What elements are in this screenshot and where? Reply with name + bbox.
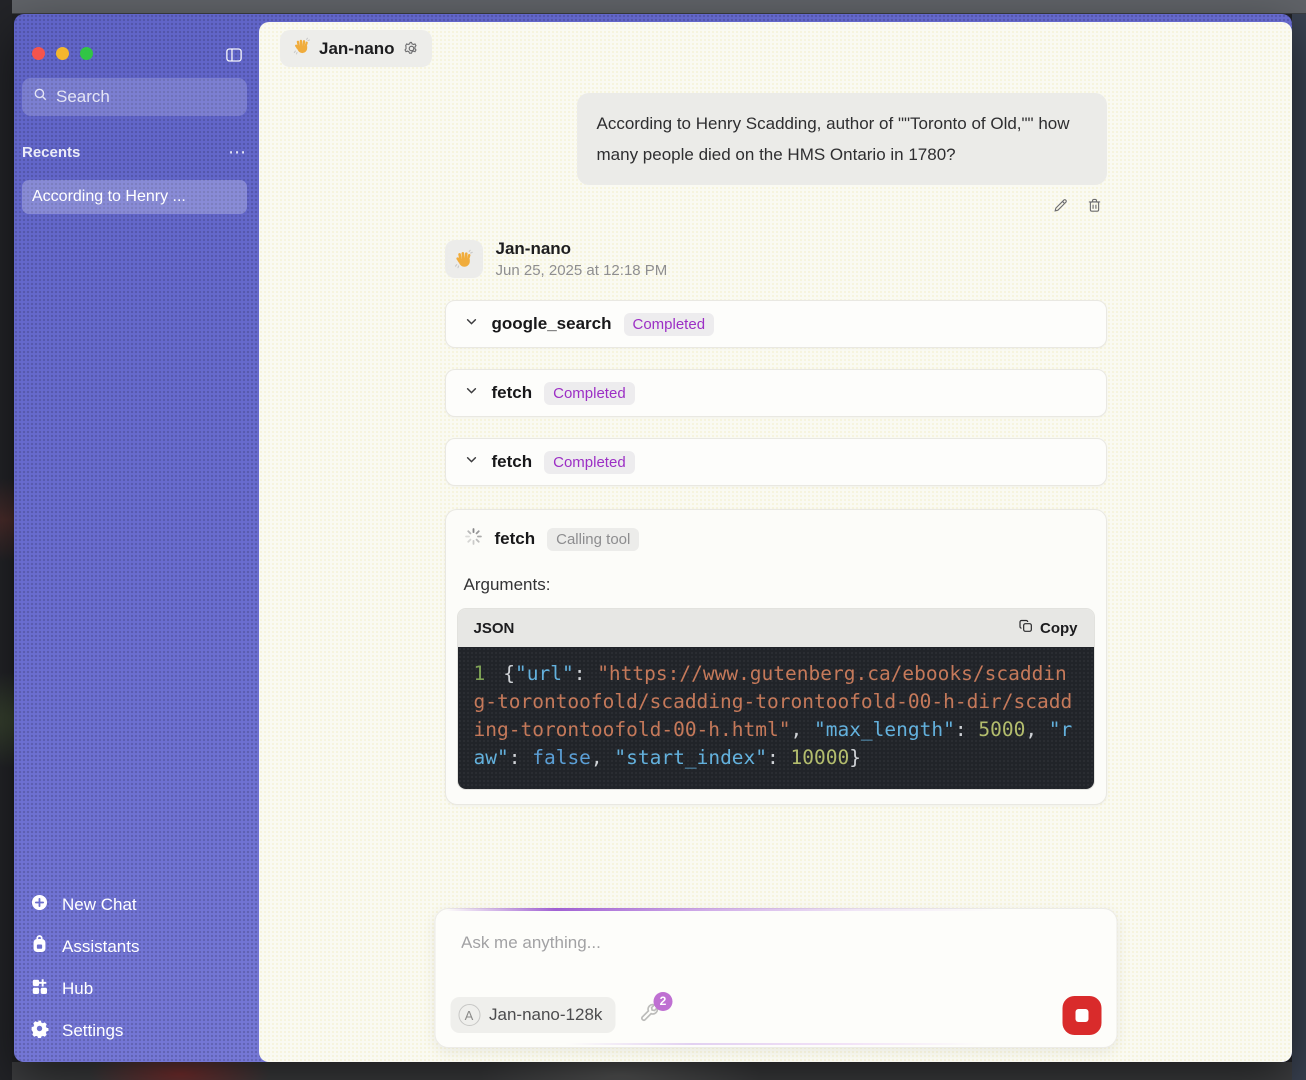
backpack-icon — [30, 935, 49, 959]
gear-icon — [30, 1019, 49, 1043]
search-input[interactable]: Search — [22, 78, 247, 116]
close-window-button[interactable] — [32, 47, 45, 60]
sidebar: Search Recents ⋯ According to Henry ... … — [14, 14, 259, 1062]
status-badge: Completed — [544, 382, 635, 405]
assistant-avatar — [445, 240, 483, 278]
recents-heading: Recents — [22, 144, 80, 161]
tools-button[interactable]: 2 — [638, 1002, 660, 1029]
spinner-icon — [464, 527, 483, 551]
tools-count-badge: 2 — [653, 992, 672, 1011]
model-name: Jan-nano-128k — [489, 1005, 602, 1025]
status-badge: Calling tool — [547, 528, 639, 551]
tool-call-row-fetch-1[interactable]: fetch Completed — [445, 369, 1107, 417]
chevron-down-icon[interactable] — [463, 451, 480, 473]
sidebar-bottom-nav: New Chat Assistants — [30, 892, 249, 1044]
tool-call-card-fetch-active: fetch Calling tool Arguments: JSON — [445, 509, 1107, 805]
chevron-down-icon[interactable] — [463, 382, 480, 404]
assistant-name: Jan-nano — [496, 239, 668, 259]
code-content[interactable]: 1{"url": "https://www.gutenberg.ca/ebook… — [458, 647, 1094, 789]
thread-settings-gear-icon[interactable] — [403, 40, 420, 57]
tool-call-row-fetch-2[interactable]: fetch Completed — [445, 438, 1107, 486]
edit-message-icon[interactable] — [1052, 197, 1069, 214]
composer: A Jan-nano-128k 2 — [434, 908, 1117, 1048]
sidebar-item-settings[interactable]: Settings — [30, 1018, 249, 1044]
plus-circle-icon — [30, 893, 49, 917]
recents-more-icon[interactable]: ⋯ — [228, 142, 247, 163]
copy-button[interactable]: Copy — [1018, 618, 1078, 638]
wave-emoji-icon — [292, 37, 311, 61]
model-provider-icon: A — [458, 1004, 480, 1026]
sidebar-item-assistants[interactable]: Assistants — [30, 934, 249, 960]
model-selector[interactable]: A Jan-nano-128k — [450, 997, 615, 1033]
sidebar-item-hub[interactable]: Hub — [30, 976, 249, 1002]
user-message-bubble: According to Henry Scadding, author of "… — [577, 93, 1107, 185]
delete-message-icon[interactable] — [1086, 197, 1103, 214]
message-actions — [1052, 197, 1107, 214]
copy-icon — [1018, 618, 1034, 638]
zoom-window-button[interactable] — [80, 47, 93, 60]
status-badge: Completed — [544, 451, 635, 474]
tool-call-row-google-search[interactable]: google_search Completed — [445, 300, 1107, 348]
arguments-label: Arguments: — [457, 575, 1095, 595]
status-badge: Completed — [624, 313, 715, 336]
code-block: JSON Copy 1{"url": "https://www.guten — [457, 608, 1095, 790]
sidebar-toggle-icon[interactable] — [224, 46, 244, 64]
code-language-label: JSON — [474, 620, 515, 637]
stop-generating-button[interactable] — [1062, 996, 1101, 1035]
sidebar-item-recent-chat[interactable]: According to Henry ... — [22, 180, 247, 214]
window-controls — [32, 47, 93, 60]
chat-input[interactable] — [461, 933, 1090, 953]
thread-title: Jan-nano — [319, 39, 395, 59]
chevron-down-icon[interactable] — [463, 313, 480, 335]
thread-header[interactable]: Jan-nano — [280, 30, 432, 67]
search-icon — [32, 86, 49, 108]
chat-panel: Jan-nano According to Henry Scadding, au… — [259, 22, 1292, 1062]
minimize-window-button[interactable] — [56, 47, 69, 60]
message-timestamp: Jun 25, 2025 at 12:18 PM — [496, 262, 668, 279]
app-window: Search Recents ⋯ According to Henry ... … — [14, 14, 1292, 1062]
sidebar-item-new-chat[interactable]: New Chat — [30, 892, 249, 918]
search-placeholder: Search — [56, 87, 110, 107]
conversation: According to Henry Scadding, author of "… — [445, 22, 1107, 805]
hub-grid-icon — [30, 977, 49, 1001]
assistant-header: Jan-nano Jun 25, 2025 at 12:18 PM — [445, 239, 1107, 279]
stop-icon — [1075, 1009, 1088, 1022]
